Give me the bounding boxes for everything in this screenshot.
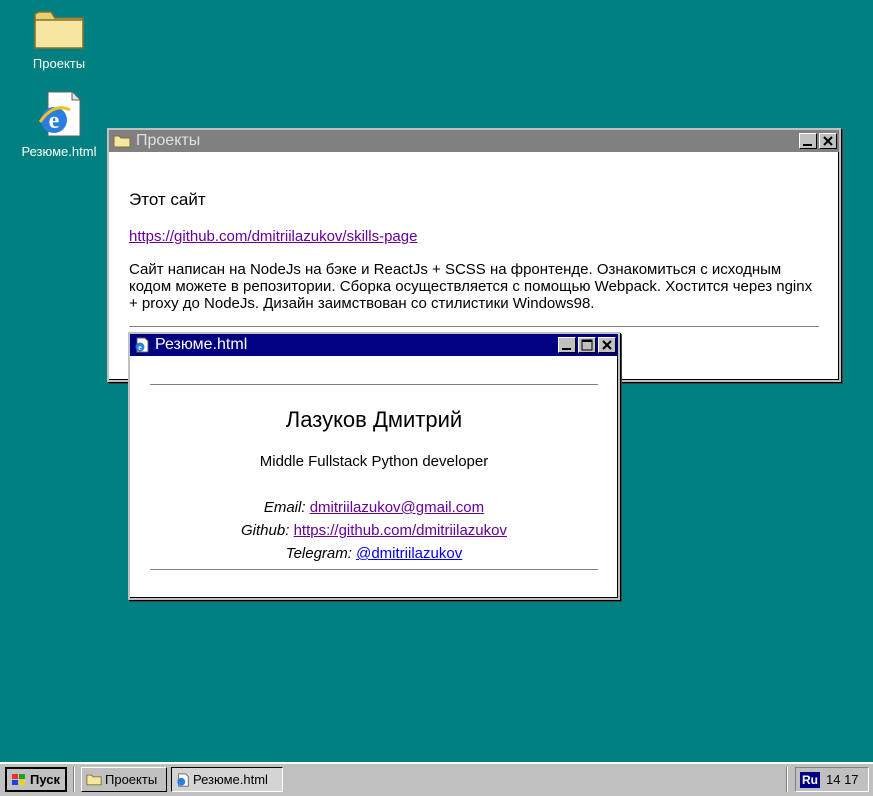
- clock: 14 17: [826, 772, 859, 787]
- start-button[interactable]: Пуск: [5, 767, 67, 792]
- language-indicator[interactable]: Ru: [800, 771, 820, 788]
- windows-logo-icon: [12, 773, 25, 785]
- github-label: Github:: [241, 522, 290, 539]
- minimize-button[interactable]: [799, 133, 817, 149]
- internet-explorer-icon: e: [38, 91, 81, 137]
- taskbar-separator: [786, 767, 788, 792]
- start-label: Пуск: [30, 772, 60, 787]
- divider: [129, 326, 819, 327]
- task-label: Резюме.html: [193, 772, 268, 787]
- close-icon: [823, 136, 833, 146]
- desktop-icon-label: Проекты: [32, 56, 86, 71]
- svg-text:e: e: [138, 343, 142, 352]
- system-tray: Ru 14 17: [795, 767, 869, 792]
- github-link[interactable]: https://github.com/dmitriilazukov: [294, 522, 507, 539]
- task-button-resume[interactable]: Резюме.html: [171, 767, 283, 792]
- telegram-link[interactable]: @dmitriilazukov: [356, 545, 462, 562]
- folder-icon: [86, 774, 102, 786]
- close-icon: [602, 340, 612, 350]
- telegram-line: Telegram: @dmitriilazukov: [150, 542, 598, 565]
- divider: [150, 384, 598, 385]
- desktop-icon-label: Резюме.html: [21, 144, 97, 159]
- folder-icon: [34, 11, 84, 49]
- github-line: Github: https://github.com/dmitriilazuko…: [150, 519, 598, 542]
- email-line: Email: dmitriilazukov@gmail.com: [150, 496, 598, 519]
- folder-icon: [113, 135, 131, 148]
- divider: [150, 569, 598, 570]
- minimize-icon: [562, 348, 571, 350]
- email-label: Email:: [263, 499, 306, 516]
- taskbar-separator: [73, 767, 75, 792]
- close-button[interactable]: [598, 337, 616, 353]
- email-link[interactable]: dmitriilazukov@gmail.com: [310, 499, 484, 516]
- resume-window: e Резюме.html Лазуков Дмитрий Middle Ful…: [128, 332, 620, 600]
- maximize-icon: [581, 339, 593, 351]
- section-heading: Этот сайт: [129, 190, 206, 209]
- resume-window-titlebar[interactable]: e Резюме.html: [130, 334, 618, 356]
- desktop-icon-projects[interactable]: Проекты: [9, 6, 109, 71]
- projects-window-titlebar[interactable]: Проекты: [109, 130, 839, 152]
- internet-explorer-icon: e: [135, 337, 149, 353]
- close-button[interactable]: [819, 133, 837, 149]
- resume-name: Лазуков Дмитрий: [285, 407, 463, 432]
- repo-link[interactable]: https://github.com/dmitriilazukov/skills…: [129, 228, 417, 245]
- minimize-icon: [803, 144, 812, 146]
- task-label: Проекты: [105, 772, 158, 787]
- task-button-projects[interactable]: Проекты: [81, 767, 167, 792]
- window-title: Резюме.html: [155, 336, 248, 353]
- minimize-button[interactable]: [558, 337, 576, 353]
- maximize-button[interactable]: [578, 337, 596, 353]
- internet-explorer-icon: [177, 772, 189, 787]
- window-title: Проекты: [136, 132, 201, 149]
- resume-role: Middle Fullstack Python developer: [259, 453, 489, 470]
- project-description: Сайт написан на NodeJs на бэке и ReactJs…: [129, 261, 813, 312]
- desktop-icon-resume[interactable]: e Резюме.html: [9, 88, 109, 159]
- taskbar: Пуск Проекты Резюме.html Ru 14 17: [0, 762, 873, 796]
- telegram-label: Telegram:: [285, 545, 352, 562]
